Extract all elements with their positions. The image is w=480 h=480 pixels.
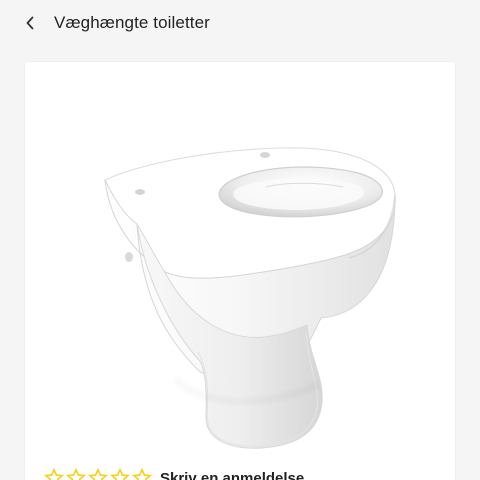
back-button[interactable] — [20, 12, 40, 34]
star-icon — [66, 468, 86, 480]
product-image-card[interactable] — [25, 62, 455, 480]
page-title: Væghængte toiletter — [54, 13, 210, 32]
product-screen: Væghængte toiletter Skriv en anmeldelse — [0, 0, 480, 480]
write-review-link[interactable]: Skriv en anmeldelse — [160, 470, 304, 480]
wall-hung-toilet-image[interactable] — [95, 138, 415, 458]
top-navigation: Væghængte toiletter — [0, 0, 480, 48]
chevron-left-icon — [26, 16, 34, 30]
rating-stars — [44, 468, 152, 480]
star-icon — [132, 468, 152, 480]
star-icon — [44, 468, 64, 480]
star-icon — [88, 468, 108, 480]
rating-row[interactable]: Skriv en anmeldelse — [44, 468, 304, 480]
star-icon — [110, 468, 130, 480]
